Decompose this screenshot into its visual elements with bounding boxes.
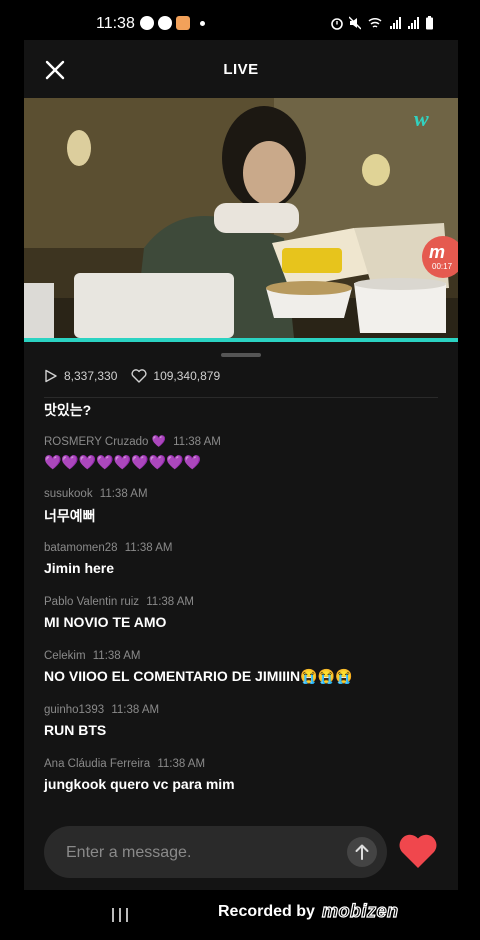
chat-message: batamomen28 11:38 AM Jimin here	[44, 542, 444, 576]
chat-timestamp: 11:38 AM	[157, 758, 206, 770]
mobizen-logo: mobizen	[321, 900, 399, 921]
bowl-food	[266, 281, 352, 295]
whatsapp-icon	[158, 16, 172, 30]
app-orange-icon	[176, 16, 190, 30]
alarm-icon	[331, 18, 343, 30]
chat-message: guinho1393 11:38 AM RUN BTS	[44, 704, 444, 738]
mute-icon	[349, 16, 361, 30]
play-count-value: 8,337,330	[64, 369, 118, 383]
recent-apps-icon[interactable]	[110, 907, 130, 923]
chat-timestamp: 11:38 AM	[146, 596, 194, 608]
chat-message-text: MI NOVIO TE AMO	[44, 614, 167, 630]
send-button[interactable]	[347, 837, 377, 867]
recorded-by-label: Recorded by	[218, 903, 315, 920]
chat-message-meta: Ana Cláudia Ferreira 11:38 AM	[44, 758, 444, 770]
chat-username[interactable]: batamomen28	[44, 542, 118, 554]
chat-message-meta: guinho1393 11:38 AM	[44, 704, 444, 716]
status-left-icons	[140, 16, 205, 30]
battery-icon	[426, 16, 433, 30]
heart-outline-icon	[131, 369, 147, 383]
chat-timestamp: 11:38 AM	[92, 650, 141, 662]
live-video[interactable]: w m 00:17	[24, 98, 458, 338]
play-count: 8,337,330	[44, 369, 117, 383]
heart-like-button[interactable]	[397, 830, 439, 872]
chat-timestamp: 11:38 AM	[111, 704, 160, 716]
play-icon	[45, 369, 57, 383]
chat-message: susukook 11:38 AM 너무예뻐	[44, 488, 444, 526]
plastic-container	[74, 273, 234, 338]
app-m-icon	[140, 16, 154, 30]
chat-username[interactable]: guinho1393	[44, 704, 104, 716]
chat-message-text: RUN BTS	[44, 722, 107, 738]
chat-timestamp: 11:38 AM	[173, 436, 221, 448]
video-frame	[24, 98, 458, 338]
stats-divider	[44, 397, 438, 398]
chat-message-text: 💜💜💜💜💜💜💜💜💜	[44, 454, 201, 470]
chat-message-text: NO VIIOO EL COMENTARIO DE JIMIIIN😭😭😭	[44, 668, 353, 684]
chat-message-partial: 맛있는?	[44, 400, 444, 420]
arrow-up-icon	[355, 844, 369, 860]
signal-icon	[408, 17, 419, 29]
chat-message-text: 맛있는?	[44, 402, 92, 418]
like-count-value: 109,340,879	[153, 369, 221, 383]
chat-username[interactable]: Ana Cláudia Ferreira	[44, 758, 150, 770]
chat-username[interactable]: Celekim	[44, 650, 86, 662]
chat-message: Ana Cláudia Ferreira 11:38 AM jungkook q…	[44, 758, 444, 792]
notification-dot-icon	[200, 20, 205, 26]
wall-lamp	[67, 130, 91, 166]
chat-message-text: Jimin here	[44, 560, 115, 576]
chat-message-text: 너무예뻐	[44, 508, 96, 524]
signal-icon	[390, 17, 401, 29]
chat-message-meta: susukook 11:38 AM	[44, 488, 444, 500]
overlay-time: 00:17	[432, 262, 453, 271]
chat-message-meta: Pablo Valentin ruiz 11:38 AM	[44, 596, 444, 608]
top-bar: LIVE	[24, 40, 458, 97]
snack-label	[282, 248, 342, 273]
like-count: 109,340,879	[131, 369, 220, 383]
chat-message-meta: ROSMERY Cruzado 💜 11:38 AM	[44, 434, 444, 448]
message-input[interactable]	[64, 841, 338, 865]
live-panel: LIVE w m 00:17 8,337,330 109,340,879 맛있는…	[24, 40, 458, 890]
chat-timestamp: 11:38 AM	[99, 488, 148, 500]
container-edge	[24, 283, 54, 338]
chat-username[interactable]: ROSMERY Cruzado 💜	[44, 436, 166, 448]
chat-message: Celekim 11:38 AM NO VIIOO EL COMENTARIO …	[44, 650, 444, 685]
video-progress-bar	[24, 338, 458, 342]
wall-lamp	[362, 154, 390, 186]
chat-message-meta: Celekim 11:38 AM	[44, 650, 444, 662]
cup-rim	[354, 278, 446, 290]
status-time: 11:38	[96, 15, 135, 32]
stats-row: 8,337,330 109,340,879	[44, 369, 234, 383]
cup	[354, 283, 446, 333]
chat-username[interactable]: Pablo Valentin ruiz	[44, 596, 139, 608]
chat-message: ROSMERY Cruzado 💜 11:38 AM 💜💜💜💜💜💜💜💜💜	[44, 434, 444, 471]
weverse-logo-icon: w	[414, 106, 429, 131]
mobizen-overlay-badge: m 00:17	[422, 236, 458, 278]
chat-message-text: jungkook quero vc para mim	[44, 776, 235, 792]
wifi-icon	[368, 17, 382, 28]
page-title: LIVE	[223, 61, 259, 78]
chat-message: Pablo Valentin ruiz 11:38 AM MI NOVIO TE…	[44, 596, 444, 630]
message-composer	[44, 826, 387, 878]
status-bar: 11:38	[0, 0, 480, 40]
chat-username[interactable]: susukook	[44, 488, 93, 500]
status-right-icons	[331, 16, 434, 30]
gloved-hand	[214, 203, 299, 233]
drag-handle[interactable]	[221, 353, 261, 357]
overlay-m-icon: m	[429, 242, 446, 262]
person-face	[243, 141, 295, 205]
chat-timestamp: 11:38 AM	[124, 542, 173, 554]
chat-message-meta: batamomen28 11:38 AM	[44, 542, 444, 554]
